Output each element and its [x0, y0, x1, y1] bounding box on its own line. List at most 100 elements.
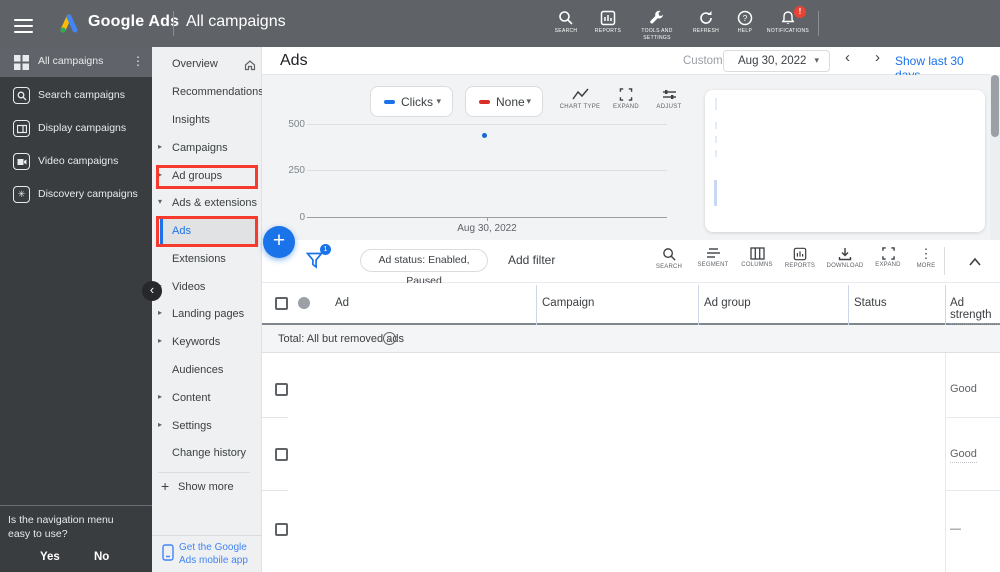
notification-badge: ! [794, 6, 806, 18]
gridline-250 [307, 170, 667, 171]
nav-item-label: Content [172, 392, 211, 404]
topbar-reports-label: REPORTS [594, 28, 622, 34]
columns-button[interactable]: COLUMNS [735, 247, 779, 268]
brand-name: Google Ads [88, 13, 180, 30]
show-more-label: Show more [178, 481, 234, 493]
page-title: Ads [280, 52, 308, 69]
nav-item-insights[interactable]: Insights [152, 107, 262, 135]
x-tick-label: Aug 30, 2022 [457, 223, 517, 234]
column-header-campaign[interactable]: Campaign [542, 297, 594, 309]
nav-item-settings[interactable]: ▸ Settings [152, 413, 262, 441]
filter-funnel-icon[interactable] [306, 252, 325, 269]
column-header-status[interactable]: Status [854, 297, 887, 309]
nav-item-ads-and-extensions[interactable]: ▾ Ads & extensions [152, 190, 262, 218]
nav-item-campaigns[interactable]: ▸ Campaigns [152, 135, 262, 163]
chart-expand-button[interactable]: EXPAND [602, 88, 650, 110]
topbar-help-label: HELP [737, 28, 753, 34]
collapse-panel-chevron-up[interactable] [962, 250, 988, 274]
metric2-dropdown[interactable]: None ▾ [465, 86, 543, 117]
chevron-right-icon: ▸ [158, 170, 163, 179]
google-ads-app: { "colors": { "accent": "#1a73e8", "anno… [0, 0, 1000, 572]
mobile-app-label: Get the Google Ads mobile app [179, 542, 248, 566]
nav-item-overview[interactable]: Overview [152, 51, 262, 79]
nav-item-keywords[interactable]: ▸ Keywords [152, 329, 262, 357]
scrollbar-thumb[interactable] [991, 75, 999, 137]
tool-label: SEGMENT [697, 262, 729, 268]
sidebar-item-video-campaigns[interactable]: Video campaigns [0, 148, 152, 176]
nav-item-ads[interactable]: Ads [152, 218, 262, 246]
sidebar-item-label: All campaigns [38, 55, 104, 67]
row-checkbox[interactable] [275, 448, 288, 461]
hamburger-menu-icon[interactable] [14, 15, 33, 37]
ad-strength-column-border [945, 353, 946, 572]
help-circle-icon[interactable]: ? [383, 332, 396, 345]
show-more-button[interactable]: + Show more [152, 474, 262, 502]
topbar-help-button[interactable]: ? HELP [726, 10, 764, 35]
survey-no-button[interactable]: No [94, 551, 109, 563]
metric1-dropdown[interactable]: Clicks ▾ [370, 86, 453, 117]
download-button[interactable]: DOWNLOAD [823, 247, 867, 269]
chart-adjust-button[interactable]: ADJUST [645, 88, 693, 110]
toolbar-divider [944, 247, 945, 275]
select-all-checkbox[interactable] [275, 297, 288, 310]
topbar-reports-button[interactable]: REPORTS [588, 10, 628, 35]
chart-type-button[interactable]: CHART TYPE [556, 88, 604, 110]
survey-question: Is the navigation menu easy to use? [8, 514, 114, 540]
table-search-button[interactable]: SEARCH [647, 247, 691, 270]
topbar-search-button[interactable]: SEARCH [546, 10, 586, 35]
row-checkbox[interactable] [275, 523, 288, 536]
topbar-refresh-label: REFRESH [693, 28, 719, 34]
nav-item-extensions[interactable]: Extensions [152, 246, 262, 274]
nav-item-landing-pages[interactable]: ▸ Landing pages [152, 301, 262, 329]
x-axis-tick [487, 217, 488, 221]
sidebar-item-discovery-campaigns[interactable]: ✳ Discovery campaigns [0, 181, 152, 209]
topbar-tools-label: TOOLS AND SETTINGS [641, 28, 673, 41]
reports-button[interactable]: REPORTS [778, 247, 822, 269]
sidebar-item-display-campaigns[interactable]: Display campaigns [0, 115, 152, 143]
y-tick-250: 250 [288, 165, 305, 176]
y-tick-0: 0 [299, 212, 305, 223]
gridline-500 [307, 124, 667, 125]
reports-icon [793, 247, 807, 261]
nav-item-recommendations[interactable]: Recommendations [152, 79, 271, 107]
column-header-ad[interactable]: Ad [335, 297, 349, 309]
chevron-down-icon: ▾ [436, 96, 441, 106]
nav-item-change-history[interactable]: Change history [152, 440, 262, 468]
column-header-ad-strength[interactable]: Ad strength [950, 297, 1000, 324]
chevron-down-icon: ▾ [158, 197, 163, 206]
date-picker[interactable]: Aug 30, 2022 ▾ [723, 50, 830, 72]
metric1-label: Clicks [401, 95, 433, 109]
data-point-clicks[interactable] [482, 133, 487, 138]
more-vertical-icon[interactable]: ⋮ [132, 54, 144, 68]
add-ad-fab-button[interactable]: + [263, 226, 295, 258]
metric2-label: None [496, 95, 525, 109]
nav-item-audiences[interactable]: Audiences [152, 357, 262, 385]
column-header-ad-group[interactable]: Ad group [704, 297, 751, 309]
nav-item-videos[interactable]: ▸ Videos [152, 274, 262, 302]
nav-item-ad-groups[interactable]: ▸ Ad groups [152, 163, 262, 191]
sidebar-item-label: Search campaigns [38, 89, 125, 101]
ad-status-filter-pill[interactable]: Ad status: Enabled, Paused [360, 249, 488, 287]
ad-strength-value: Good [950, 383, 977, 395]
segment-button[interactable]: SEGMENT [691, 247, 735, 268]
add-filter-button[interactable]: Add filter [508, 253, 555, 267]
next-date-button[interactable]: › [875, 49, 880, 66]
navigation-survey: Is the navigation menu easy to use? Yes … [0, 505, 152, 572]
page-header: Ads Custom Aug 30, 2022 ▾ ‹ › Show last … [262, 47, 990, 82]
mobile-phone-icon [162, 544, 174, 561]
expand-table-button[interactable]: EXPAND [866, 247, 910, 268]
topbar-notifications-button[interactable]: ! NOTIFICATIONS [764, 6, 812, 35]
nav-item-label: Keywords [172, 336, 221, 348]
topbar-refresh-button[interactable]: REFRESH [686, 10, 726, 35]
previous-date-button[interactable]: ‹ [845, 49, 850, 66]
chevron-right-icon: ▸ [158, 336, 163, 345]
collapse-sidebar-button[interactable]: ‹ [142, 281, 162, 301]
page-nav-sidebar: Overview Recommendations Insights ▸ Camp… [152, 47, 271, 572]
topbar-tools-button[interactable]: TOOLS AND SETTINGS [633, 10, 681, 41]
more-button[interactable]: ⋮ MORE [908, 247, 944, 270]
survey-yes-button[interactable]: Yes [40, 551, 60, 563]
nav-item-content[interactable]: ▸ Content [152, 385, 262, 413]
sidebar-item-all-campaigns[interactable]: All campaigns ⋮ [0, 47, 152, 77]
sidebar-item-search-campaigns[interactable]: Search campaigns [0, 82, 152, 110]
row-checkbox[interactable] [275, 383, 288, 396]
